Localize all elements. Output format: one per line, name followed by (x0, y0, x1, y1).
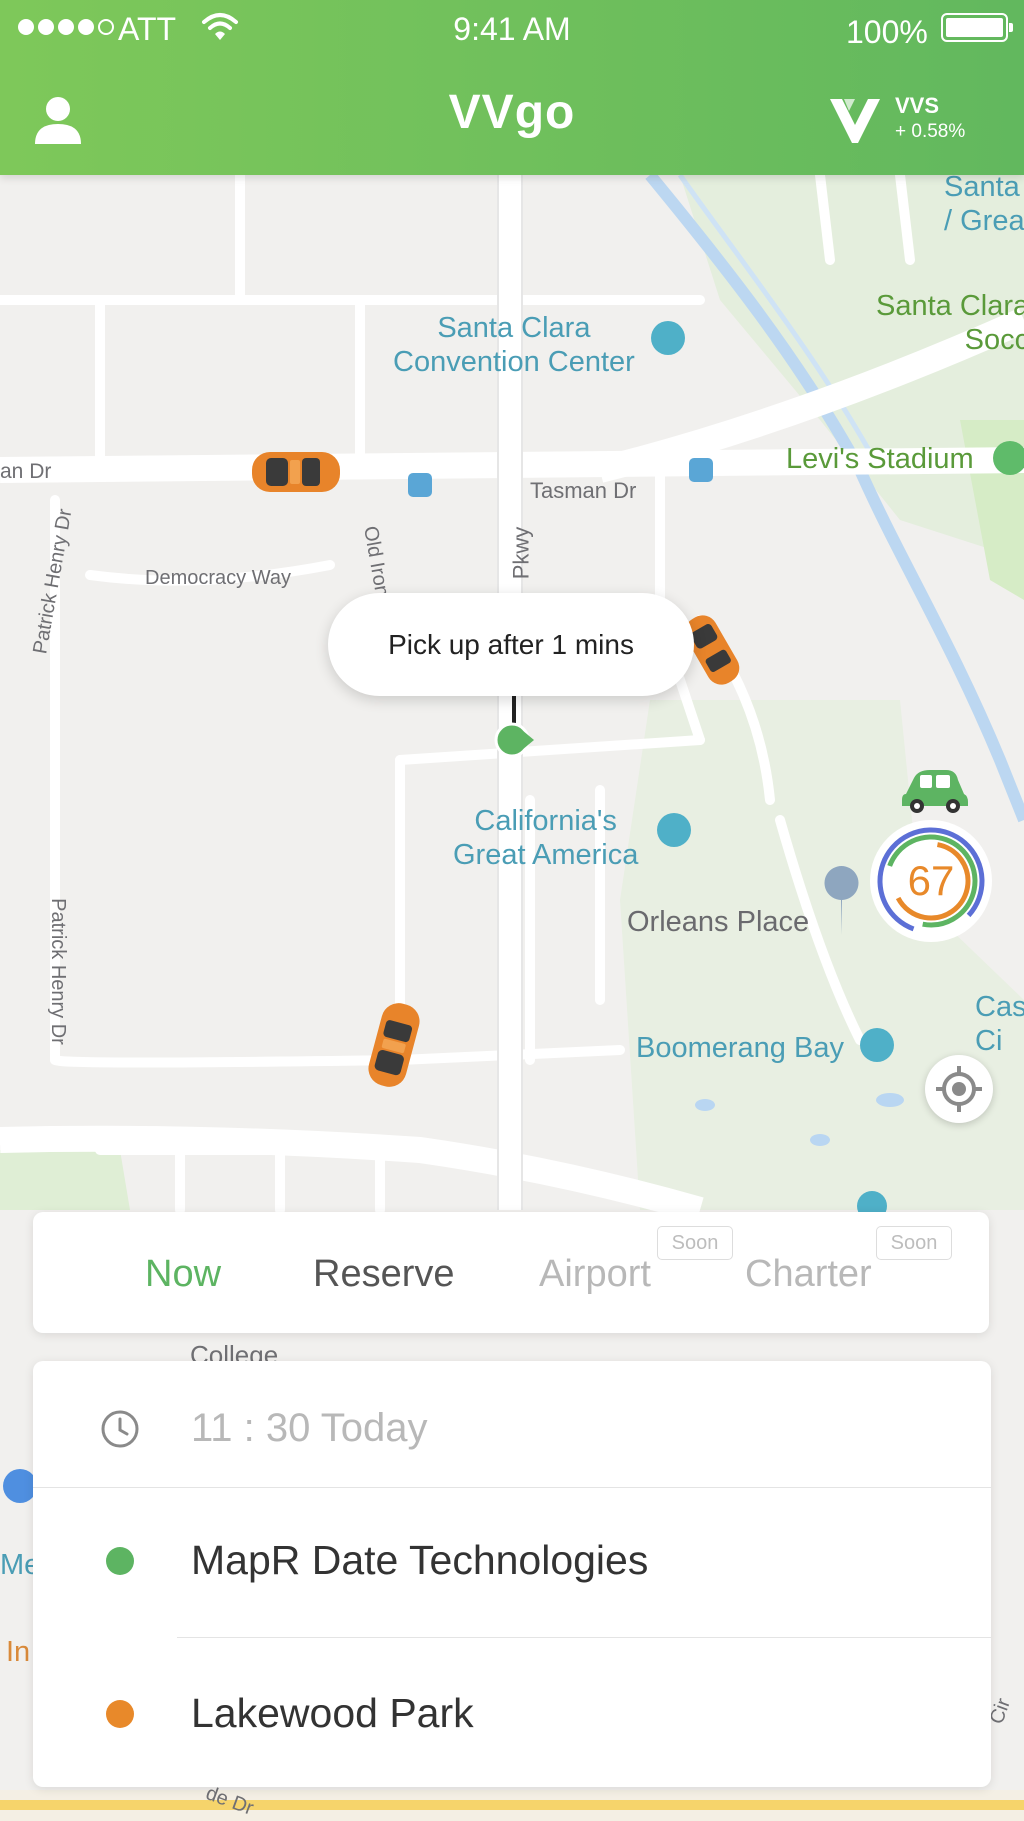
pickup-time-row[interactable]: 11 : 30 Today (33, 1361, 991, 1487)
status-bar: ATT 9:41 AM 100% (0, 0, 1024, 60)
car-score-icon (902, 770, 968, 813)
street-label: Tasman Dr (530, 478, 637, 503)
app-header: ATT 9:41 AM 100% VVgo VVS + 0.58% (0, 0, 1024, 175)
map-poi-label: Santa / Grea (944, 171, 1024, 237)
map-poi-cas-edge: Cas Ci (975, 991, 1024, 1057)
airport-soon-badge: Soon (657, 1226, 733, 1260)
map-poi-santa-clara-soccer: Santa Clara Socc (876, 290, 1024, 356)
vvs-logo-icon[interactable] (828, 95, 882, 145)
crosshair-icon (936, 1066, 982, 1112)
street-label: Patrick Henry Dr (46, 898, 69, 1045)
charter-soon-badge: Soon (876, 1226, 952, 1260)
ticker-name[interactable]: VVS (895, 93, 939, 119)
tab-now[interactable]: Now (145, 1253, 221, 1296)
street-label: Pkwy (508, 526, 534, 580)
car-icon[interactable] (248, 446, 344, 498)
pickup-pin-icon[interactable] (492, 722, 536, 758)
map-poi-levis-stadium[interactable]: Levi's Stadium (786, 442, 974, 476)
pickup-eta-bubble: Pick up after 1 mins (328, 593, 694, 696)
map-poi-californias-great-america[interactable]: California's Great America (453, 804, 638, 872)
tab-reserve[interactable]: Reserve (313, 1253, 455, 1296)
destination-row[interactable]: Lakewood Park (33, 1638, 991, 1787)
nav-bar: VVgo VVS + 0.58% (0, 60, 1024, 175)
origin-dot-icon (106, 1547, 134, 1575)
destination-dot-icon (106, 1700, 134, 1728)
map-poi-boomerang-bay[interactable]: Boomerang Bay (636, 1031, 844, 1065)
map-poi-orleans-place[interactable]: Orleans Place (627, 906, 809, 939)
service-tabs: Now Reserve Airport Soon Charter Soon (33, 1212, 989, 1333)
tab-airport[interactable]: Airport (539, 1253, 651, 1296)
origin-text: MapR Date Technologies (191, 1537, 649, 1583)
trip-details-card: 11 : 30 Today MapR Date Technologies Lak… (33, 1361, 991, 1787)
battery-icon (941, 13, 1013, 42)
street-label: an Dr (0, 460, 52, 483)
battery-percent: 100% (846, 14, 928, 50)
ticker-change: + 0.58% (895, 121, 966, 142)
map-poi-in-edge: In (6, 1636, 31, 1668)
clock-icon (101, 1410, 139, 1448)
driver-score-value: 67 (907, 857, 955, 904)
pickup-time-text: 11 : 30 Today (191, 1406, 428, 1450)
street-label: Democracy Way (145, 567, 291, 589)
origin-row[interactable]: MapR Date Technologies (33, 1488, 991, 1638)
locate-me-button[interactable] (925, 1055, 993, 1123)
map-poi-convention-center[interactable]: Santa Clara Convention Center (393, 311, 635, 379)
destination-text: Lakewood Park (191, 1690, 474, 1736)
tab-charter[interactable]: Charter (745, 1253, 872, 1296)
